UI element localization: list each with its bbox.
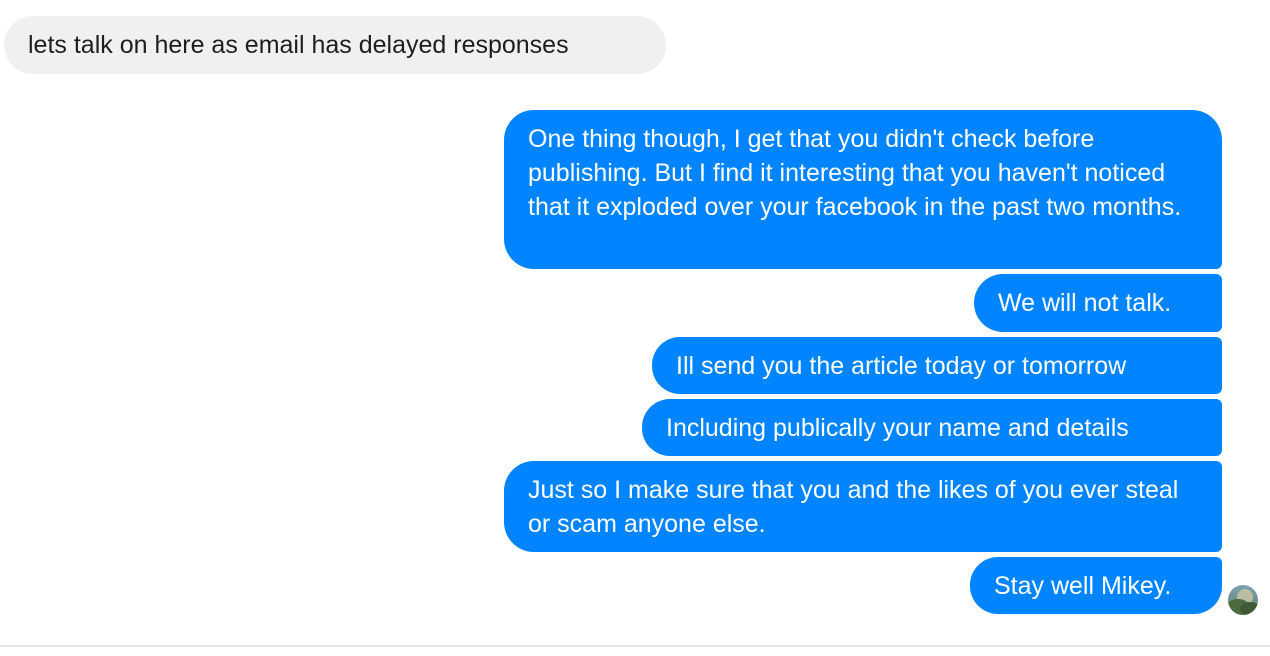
outgoing-message[interactable]: Stay well Mikey. <box>970 557 1222 614</box>
message-text: lets talk on here as email has delayed r… <box>28 31 569 59</box>
outgoing-message[interactable]: Just so I make sure that you and the lik… <box>504 461 1222 552</box>
outgoing-message[interactable]: One thing though, I get that you didn't … <box>504 110 1222 269</box>
message-thread: lets talk on here as email has delayed r… <box>0 0 1270 646</box>
outgoing-message[interactable]: We will not talk. <box>974 274 1222 332</box>
message-text: Ill send you the article today or tomorr… <box>676 352 1127 380</box>
message-text: We will not talk. <box>998 289 1172 317</box>
message-text: Stay well Mikey. <box>994 572 1172 600</box>
message-text: Including publically your name and detai… <box>666 414 1129 442</box>
message-text: One thing though, I get that you didn't … <box>528 125 1182 221</box>
outgoing-message[interactable]: Including publically your name and detai… <box>642 399 1222 456</box>
message-text: Just so I make sure that you and the lik… <box>528 476 1179 538</box>
thread-bottom-divider <box>0 645 1270 647</box>
outgoing-message[interactable]: Ill send you the article today or tomorr… <box>652 337 1222 394</box>
avatar-image <box>1228 585 1258 615</box>
avatar-read-receipt-icon <box>1228 585 1258 615</box>
incoming-message[interactable]: lets talk on here as email has delayed r… <box>4 16 666 74</box>
